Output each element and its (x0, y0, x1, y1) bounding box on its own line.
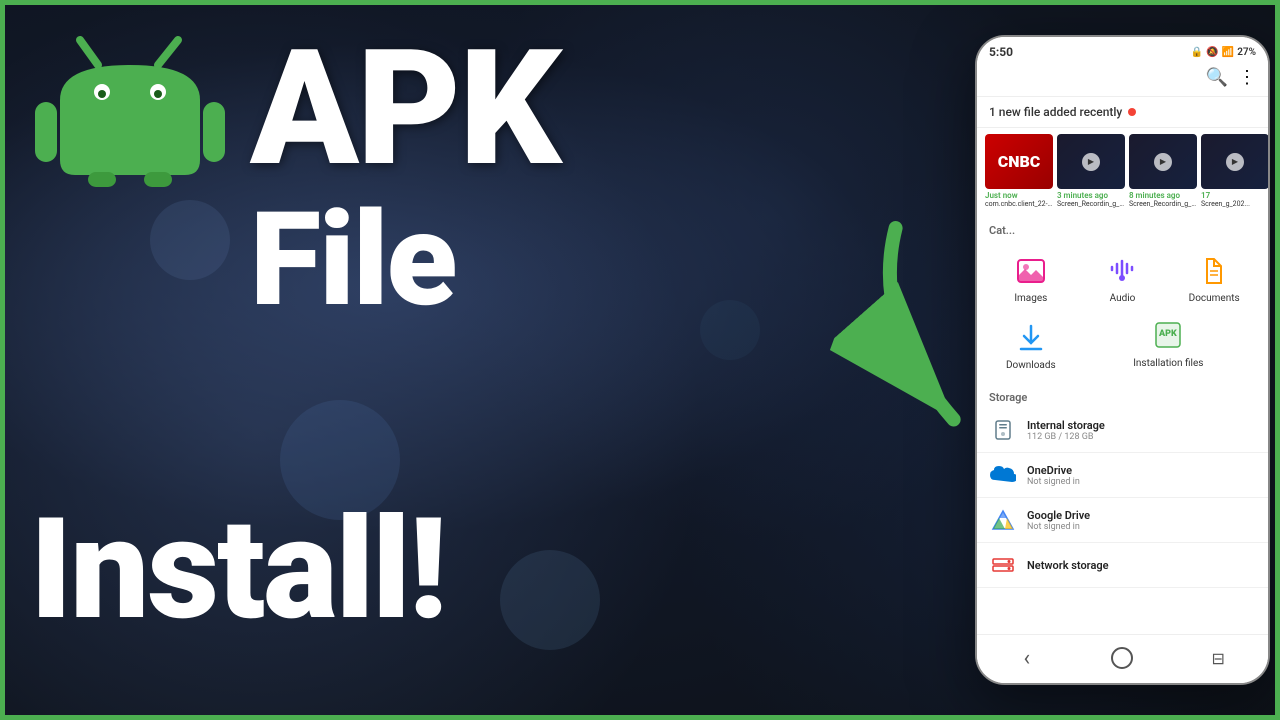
onedrive-detail: Not signed in (1027, 477, 1256, 487)
search-icon[interactable]: 🔍 (1206, 67, 1228, 88)
file-name-1: com.cnbc.client_22-1-4726_... (985, 200, 1053, 208)
internal-storage-detail: 112 GB / 128 GB (1027, 432, 1256, 442)
network-storage-info: Network storage (1027, 559, 1256, 572)
documents-icon (1196, 253, 1232, 289)
file-time-3: 8 minutes ago (1129, 191, 1197, 200)
gdrive-icon (989, 506, 1017, 534)
audio-label: Audio (1110, 293, 1136, 304)
storage-item-onedrive[interactable]: OneDrive Not signed in (977, 453, 1268, 498)
svg-text:APK: APK (1158, 329, 1177, 339)
notification-dot (1128, 108, 1136, 116)
status-bar: 5:50 🔒 🔕 📶 27% (977, 37, 1268, 63)
onedrive-info: OneDrive Not signed in (1027, 464, 1256, 487)
file-time-1: Just now (985, 191, 1053, 200)
thumb-cnbc: CNBC (985, 134, 1053, 189)
storage-item-gdrive[interactable]: Google Drive Not signed in (977, 498, 1268, 543)
file-thumb-rec2[interactable]: ▶ 8 minutes ago Screen_Recordin_g_202202… (1129, 134, 1197, 210)
toolbar: 🔍 ⋮ (977, 63, 1268, 97)
onedrive-name: OneDrive (1027, 464, 1256, 477)
file-name-2: Screen_Recordin_g_20220209-17... (1057, 200, 1125, 208)
file-thumb-rec1[interactable]: ▶ 3 minutes ago Screen_Recordin_g_202202… (1057, 134, 1125, 210)
recents-button[interactable]: ⊟ (1203, 643, 1233, 673)
internal-storage-info: Internal storage 112 GB / 128 GB (1027, 419, 1256, 442)
more-icon[interactable]: ⋮ (1238, 67, 1256, 88)
documents-label: Documents (1189, 293, 1240, 304)
file-time-4: 17 (1201, 191, 1268, 200)
recent-files-row: CNBC Just now com.cnbc.client_22-1-4726_… (977, 128, 1268, 216)
battery-text: 27% (1237, 47, 1256, 58)
installation-icon-wrap: APK (1153, 320, 1183, 354)
android-logo (30, 20, 230, 190)
title-apk: APK (250, 30, 560, 190)
gdrive-name: Google Drive (1027, 509, 1256, 522)
audio-icon (1104, 253, 1140, 289)
categories-label: Cat... (977, 216, 1268, 241)
network-storage-name: Network storage (1027, 559, 1256, 572)
thumb-rec3: ▶ (1201, 134, 1268, 189)
bottom-nav: ‹ ⊟ (977, 634, 1268, 683)
back-button[interactable]: ‹ (1012, 643, 1042, 673)
storage-item-network[interactable]: Network storage (977, 543, 1268, 588)
lock-icon: 🔒 (1191, 47, 1203, 58)
category-installation-files[interactable]: APK Installation files (1129, 312, 1207, 379)
gdrive-info: Google Drive Not signed in (1027, 509, 1256, 532)
signal-icon: 📶 (1222, 47, 1234, 58)
gdrive-detail: Not signed in (1027, 522, 1256, 532)
sound-icon: 🔕 (1206, 47, 1218, 58)
status-icons: 🔒 🔕 📶 27% (1191, 47, 1256, 58)
category-audio[interactable]: Audio (1077, 245, 1169, 312)
title-file: File (250, 195, 455, 325)
title-install: Install! (30, 500, 445, 640)
thumb-rec2: ▶ (1129, 134, 1197, 189)
storage-item-internal[interactable]: Internal storage 112 GB / 128 GB (977, 408, 1268, 453)
thumb-rec1: ▶ (1057, 134, 1125, 189)
notification-banner: 1 new file added recently (977, 97, 1268, 128)
category-documents[interactable]: Documents (1168, 245, 1260, 312)
home-button[interactable] (1111, 647, 1133, 669)
storage-section: Storage Internal storage 112 GB / 128 GB (977, 383, 1268, 634)
file-time-2: 3 minutes ago (1057, 191, 1125, 200)
installation-files-label: Installation files (1133, 358, 1203, 369)
file-thumb-rec3[interactable]: ▶ 17 Screen_g_202... (1201, 134, 1268, 210)
internal-storage-name: Internal storage (1027, 419, 1256, 432)
file-name-3: Screen_Recordin_g_20220209-17... (1129, 200, 1197, 208)
status-time: 5:50 (989, 45, 1013, 59)
file-name-4: Screen_g_202... (1201, 200, 1268, 208)
file-thumb-cnbc[interactable]: CNBC Just now com.cnbc.client_22-1-4726_… (985, 134, 1053, 210)
notification-text: 1 new file added recently (989, 105, 1122, 119)
network-storage-icon (989, 551, 1017, 579)
